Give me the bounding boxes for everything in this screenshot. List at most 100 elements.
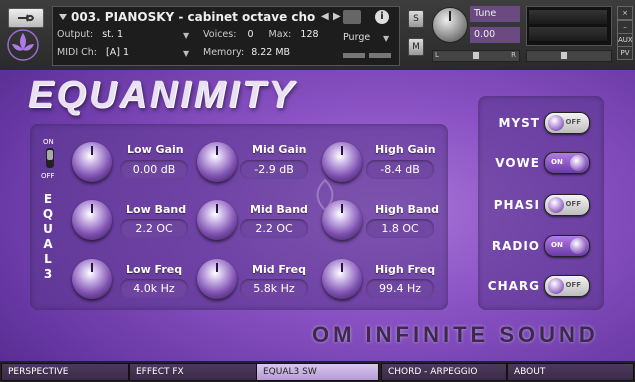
minimize-button[interactable]: – — [617, 20, 633, 34]
low-gain-label: Low Gain — [127, 143, 184, 156]
low-freq-label: Low Freq — [126, 263, 183, 276]
brand-logo-text: OM INFINITE SOUND — [312, 322, 599, 347]
purge-dropdown-icon[interactable]: ▼ — [383, 34, 389, 43]
low-freq-knob[interactable] — [72, 259, 112, 299]
toggle-thumb — [548, 197, 564, 213]
camera-icon[interactable] — [343, 10, 361, 24]
charg-toggle[interactable]: OFF — [544, 275, 590, 297]
tune-label: Tune — [470, 6, 520, 22]
toggle-thumb — [548, 115, 564, 131]
mid-freq-knob[interactable] — [197, 259, 237, 299]
myst-label: MYST — [498, 116, 540, 130]
instrument-info-panel: 003. PIANOSKY - cabinet octave cho ◀ ▶ i… — [52, 6, 400, 66]
vowe-label: VOWE — [495, 156, 540, 170]
high-gain-value[interactable]: -8.4 dB — [366, 160, 434, 179]
low-band-knob[interactable] — [72, 200, 112, 240]
lotus-logo-icon — [7, 29, 39, 61]
low-gain-value[interactable]: 0.00 dB — [120, 160, 188, 179]
myst-toggle[interactable]: OFF — [544, 112, 590, 134]
mid-band-knob[interactable] — [197, 200, 237, 240]
tune-value[interactable]: 0.00 — [470, 27, 520, 43]
tune-knob[interactable] — [432, 7, 468, 43]
high-gain-label: High Gain — [375, 143, 436, 156]
mid-band-value[interactable]: 2.2 OC — [240, 219, 308, 238]
output-dropdown-icon[interactable]: ▼ — [183, 31, 189, 40]
collapse-triangle-icon[interactable] — [59, 14, 67, 20]
volume-handle[interactable] — [561, 52, 567, 59]
eq-vertical-letter: L — [44, 252, 52, 266]
tab-about[interactable]: ABOUT — [507, 363, 634, 381]
output-value[interactable]: st. 1 — [102, 29, 123, 40]
phasi-label: PHASI — [493, 198, 540, 212]
mid-freq-label: Mid Freq — [252, 263, 306, 276]
midi-dropdown-icon[interactable]: ▼ — [183, 49, 189, 58]
eq-vertical-label: E Q U A L 3 — [40, 192, 56, 282]
output-label: Output: — [57, 29, 94, 40]
eq-vertical-letter: A — [43, 237, 53, 251]
memory-value: 8.22 MB — [251, 47, 291, 58]
mid-gain-knob[interactable] — [197, 142, 237, 182]
high-band-knob[interactable] — [322, 200, 362, 240]
midi-label: MIDI Ch: — [57, 47, 97, 58]
low-band-value[interactable]: 2.2 OC — [120, 219, 188, 238]
pan-handle[interactable] — [473, 52, 479, 59]
radio-state: ON — [551, 241, 563, 249]
close-button[interactable]: × — [617, 6, 633, 20]
product-title: EQUANIMITY — [28, 74, 297, 116]
wrench-icon — [18, 14, 35, 22]
mute-button[interactable]: M — [408, 38, 424, 56]
solo-button[interactable]: S — [408, 10, 424, 28]
eq-power-on-label: ON — [43, 138, 54, 146]
pv-button[interactable]: PV — [617, 46, 633, 60]
high-gain-knob[interactable] — [322, 142, 362, 182]
cpu-meter — [343, 53, 393, 59]
mid-band-label: Mid Band — [250, 203, 308, 216]
tab-chord-arpeggio[interactable]: CHORD - ARPEGGIO — [381, 363, 507, 381]
low-band-label: Low Band — [126, 203, 187, 216]
pan-left-label: L — [435, 51, 439, 59]
instrument-header: 003. PIANOSKY - cabinet octave cho ◀ ▶ i… — [0, 0, 635, 70]
pan-right-label: R — [511, 51, 516, 59]
eq-vertical-letter: Q — [42, 207, 54, 221]
purge-dropdown[interactable]: Purge — [343, 32, 370, 43]
eq-vertical-letter: U — [43, 222, 53, 236]
mid-gain-value[interactable]: -2.9 dB — [240, 160, 308, 179]
wrench-button[interactable] — [8, 8, 44, 28]
eq-vertical-letter: 3 — [43, 267, 53, 281]
midi-value[interactable]: [A] 1 — [106, 47, 129, 58]
chevron-left-icon[interactable]: ◀ — [321, 11, 329, 22]
mid-freq-value[interactable]: 5.8k Hz — [240, 279, 308, 298]
toggle-thumb — [548, 278, 564, 294]
tab-perspective[interactable]: PERSPECTIVE — [1, 363, 129, 381]
level-meter — [526, 6, 612, 46]
instrument-title[interactable]: 003. PIANOSKY - cabinet octave cho — [71, 10, 321, 24]
eq-power-off-label: OFF — [41, 172, 55, 180]
max-label: Max: — [268, 29, 292, 40]
radio-toggle[interactable]: ON — [544, 235, 590, 257]
high-band-label: High Band — [375, 203, 440, 216]
memory-label: Memory: — [203, 47, 245, 58]
radio-label: RADIO — [491, 239, 540, 253]
high-band-value[interactable]: 1.8 OC — [366, 219, 434, 238]
toggle-thumb — [570, 155, 586, 171]
charg-label: CHARG — [487, 279, 540, 293]
pan-slider[interactable]: L R — [432, 50, 520, 62]
toggle-thumb — [570, 238, 586, 254]
tab-effect-fx[interactable]: EFFECT FX — [129, 363, 257, 381]
low-freq-value[interactable]: 4.0k Hz — [120, 279, 188, 298]
high-freq-label: High Freq — [375, 263, 436, 276]
high-freq-knob[interactable] — [322, 259, 362, 299]
tab-equal3-sw[interactable]: EQUAL3 SW — [256, 363, 379, 381]
low-gain-knob[interactable] — [72, 142, 112, 182]
aux-button[interactable]: AUX — [617, 33, 633, 47]
volume-slider[interactable] — [526, 50, 612, 62]
max-value[interactable]: 128 — [300, 29, 318, 40]
info-icon[interactable]: i — [375, 10, 389, 24]
voices-value: 0 — [247, 29, 254, 40]
chevron-right-icon[interactable]: ▶ — [333, 11, 341, 22]
tab-bar: PERSPECTIVE EFFECT FX EQUAL3 SW CHORD - … — [0, 361, 635, 382]
vowe-toggle[interactable]: ON — [544, 152, 590, 174]
high-freq-value[interactable]: 99.4 Hz — [366, 279, 434, 298]
kontakt-instrument-window: 003. PIANOSKY - cabinet octave cho ◀ ▶ i… — [0, 0, 635, 382]
phasi-toggle[interactable]: OFF — [544, 194, 590, 216]
